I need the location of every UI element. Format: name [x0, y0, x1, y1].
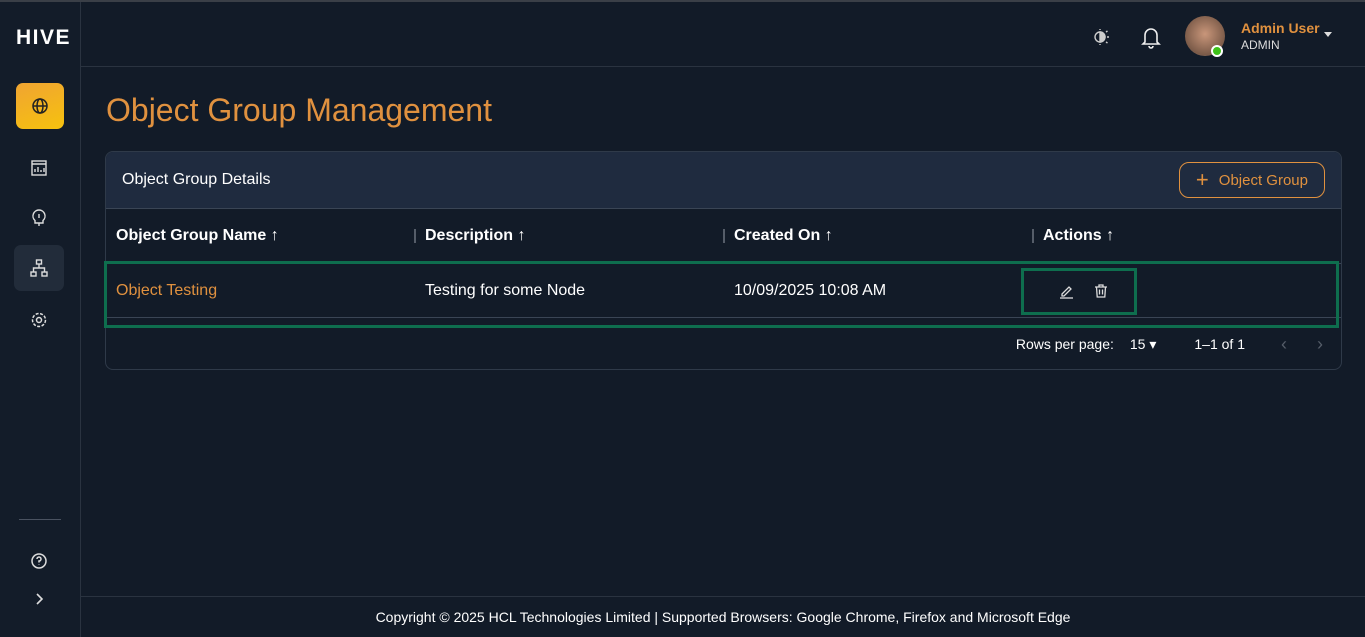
theme-toggle-icon[interactable]: [1091, 27, 1111, 47]
page-range: 1–1 of 1: [1194, 336, 1245, 352]
add-object-group-label: Object Group: [1218, 171, 1308, 189]
column-header-description[interactable]: Description ↑: [414, 227, 724, 245]
gear-icon: [31, 312, 47, 328]
prev-page-button[interactable]: ‹: [1281, 334, 1287, 355]
column-header-actions[interactable]: Actions ↑: [1032, 227, 1341, 245]
footer: Copyright © 2025 HCL Technologies Limite…: [81, 596, 1365, 637]
actions-highlight-box: [1021, 268, 1137, 315]
card-title: Object Group Details: [122, 171, 271, 188]
rows-per-page-label: Rows per page:: [1015, 336, 1114, 352]
nav-dashboard[interactable]: [14, 145, 64, 191]
column-header-created-on[interactable]: Created On ↑: [723, 227, 1033, 245]
nav-settings[interactable]: [14, 297, 64, 343]
globe-icon: [32, 98, 48, 114]
rows-per-page-select[interactable]: 15 ▾: [1130, 336, 1157, 353]
help-icon: [31, 553, 47, 569]
sidebar: HIVE: [0, 2, 81, 637]
top-bar: Admin User ADMIN: [81, 2, 1365, 67]
nav-globe[interactable]: [16, 83, 64, 129]
table-header-row: Object Group Name ↑ Description ↑ Create…: [106, 209, 1341, 264]
chevron-right-icon: [36, 593, 44, 605]
user-role: ADMIN: [1241, 38, 1280, 52]
column-header-name[interactable]: Object Group Name ↑: [106, 227, 415, 245]
bell-icon[interactable]: [1140, 25, 1162, 49]
online-status-dot: [1211, 45, 1223, 57]
plus-icon: +: [1195, 167, 1209, 192]
user-menu-caret-icon[interactable]: [1324, 32, 1332, 41]
location-bulb-icon: [32, 209, 46, 226]
sidebar-divider: [19, 519, 61, 520]
hierarchy-icon: [30, 259, 48, 277]
user-name[interactable]: Admin User: [1241, 20, 1320, 36]
logo: HIVE: [16, 26, 72, 49]
page-title: Object Group Management: [106, 92, 492, 128]
next-page-button[interactable]: ›: [1317, 334, 1323, 355]
nav-location[interactable]: [14, 195, 64, 241]
add-object-group-button[interactable]: + Object Group: [1178, 162, 1325, 198]
dashboard-icon: [31, 160, 47, 176]
row-highlight-box: [104, 261, 1339, 328]
nav-object-groups[interactable]: [14, 245, 64, 291]
expand-sidebar-button[interactable]: [14, 576, 64, 622]
